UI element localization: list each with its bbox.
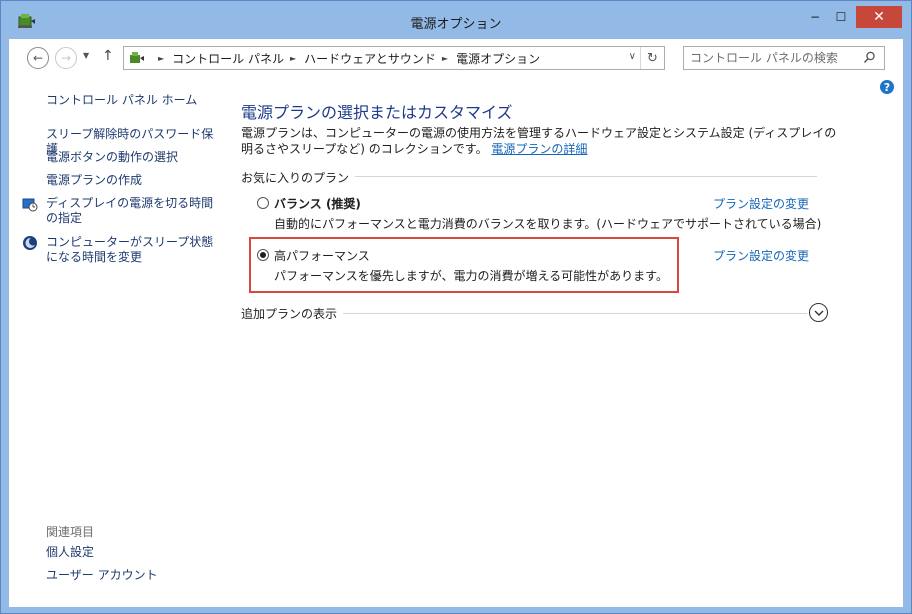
recent-locations-dropdown[interactable]: ▼ — [83, 51, 89, 60]
favorites-section-label: お気に入りのプラン — [241, 169, 356, 186]
sidebar-link-sleep-timer[interactable]: コンピューターがスリープ状態になる時間を変更 — [46, 235, 216, 265]
up-button[interactable]: ↑ — [102, 48, 114, 64]
related-heading: 関連項目 — [46, 525, 95, 539]
breadcrumb-control-panel[interactable]: コントロール パネル — [172, 50, 284, 67]
sidebar: コントロール パネル ホーム スリープ解除時のパスワード保護 電源ボタンの動作の… — [9, 75, 223, 607]
sidebar-link-home[interactable]: コントロール パネル ホーム — [46, 93, 197, 108]
sleep-moon-icon — [23, 236, 37, 250]
minimize-button[interactable]: − — [802, 6, 828, 28]
plan-balanced-settings-link[interactable]: プラン設定の変更 — [713, 195, 809, 212]
title-bar[interactable]: 電源オプション − ☐ ✕ — [1, 1, 911, 39]
close-button[interactable]: ✕ — [856, 6, 902, 28]
main-content: 電源プランの選択またはカスタマイズ 電源プランは、コンピューターの電源の使用方法… — [223, 75, 903, 607]
search-input[interactable] — [683, 46, 885, 70]
expand-chevron-icon[interactable] — [809, 303, 828, 322]
address-bar[interactable]: ► コントロール パネル ► ハードウェアとサウンド ► 電源オプション ∨ ↻ — [123, 46, 665, 70]
chevron-down-icon — [814, 310, 823, 316]
display-timer-icon — [22, 198, 38, 212]
refresh-button[interactable]: ↻ — [640, 47, 664, 69]
plan-high-performance-settings-link[interactable]: プラン設定の変更 — [713, 247, 809, 264]
control-panel-icon — [130, 52, 144, 63]
window-title: 電源オプション — [410, 17, 502, 32]
breadcrumb-separator[interactable]: ► — [442, 54, 448, 63]
client-area: ← → ▼ ↑ ► コントロール パネル ► ハードウェアとサウンド ► 電源オ… — [9, 39, 903, 607]
plan-balanced-radio[interactable] — [257, 197, 269, 209]
sidebar-link-power-button[interactable]: 電源ボタンの動作の選択 — [46, 150, 178, 165]
page-description: 電源プランは、コンピューターの電源の使用方法を管理するハードウェア設定とシステム… — [241, 125, 841, 157]
search-icon[interactable] — [863, 51, 876, 64]
navigation-bar: ← → ▼ ↑ ► コントロール パネル ► ハードウェアとサウンド ► 電源オ… — [9, 39, 903, 75]
breadcrumb-power-options[interactable]: 電源オプション — [456, 50, 540, 67]
page-title: 電源プランの選択またはカスタマイズ — [241, 103, 513, 122]
sidebar-link-personalization[interactable]: 個人設定 — [46, 545, 94, 560]
window: 電源オプション − ☐ ✕ ← → ▼ ↑ ► コントロール パネル ► ハード… — [0, 0, 912, 614]
more-plans-label[interactable]: 追加プランの表示 — [241, 305, 344, 322]
maximize-button[interactable]: ☐ — [828, 6, 854, 28]
back-button[interactable]: ← — [27, 47, 49, 69]
forward-button[interactable]: → — [55, 47, 77, 69]
sidebar-link-user-accounts[interactable]: ユーザー アカウント — [46, 568, 158, 583]
breadcrumb-hardware-sound[interactable]: ハードウェアとサウンド — [304, 50, 436, 67]
sidebar-link-display-off[interactable]: ディスプレイの電源を切る時間の指定 — [46, 196, 216, 226]
sidebar-link-create-plan[interactable]: 電源プランの作成 — [46, 173, 142, 188]
highlight-annotation-box — [249, 237, 679, 293]
address-dropdown-icon[interactable]: ∨ — [629, 51, 636, 62]
power-plan-details-link[interactable]: 電源プランの詳細 — [491, 142, 587, 156]
plan-balanced-name[interactable]: バランス (推奨) — [274, 195, 361, 212]
breadcrumb-separator[interactable]: ► — [158, 54, 164, 63]
breadcrumb-separator[interactable]: ► — [290, 54, 296, 63]
plan-balanced-description: 自動的にパフォーマンスと電力消費のバランスを取ります。(ハードウェアでサポートさ… — [274, 217, 822, 231]
